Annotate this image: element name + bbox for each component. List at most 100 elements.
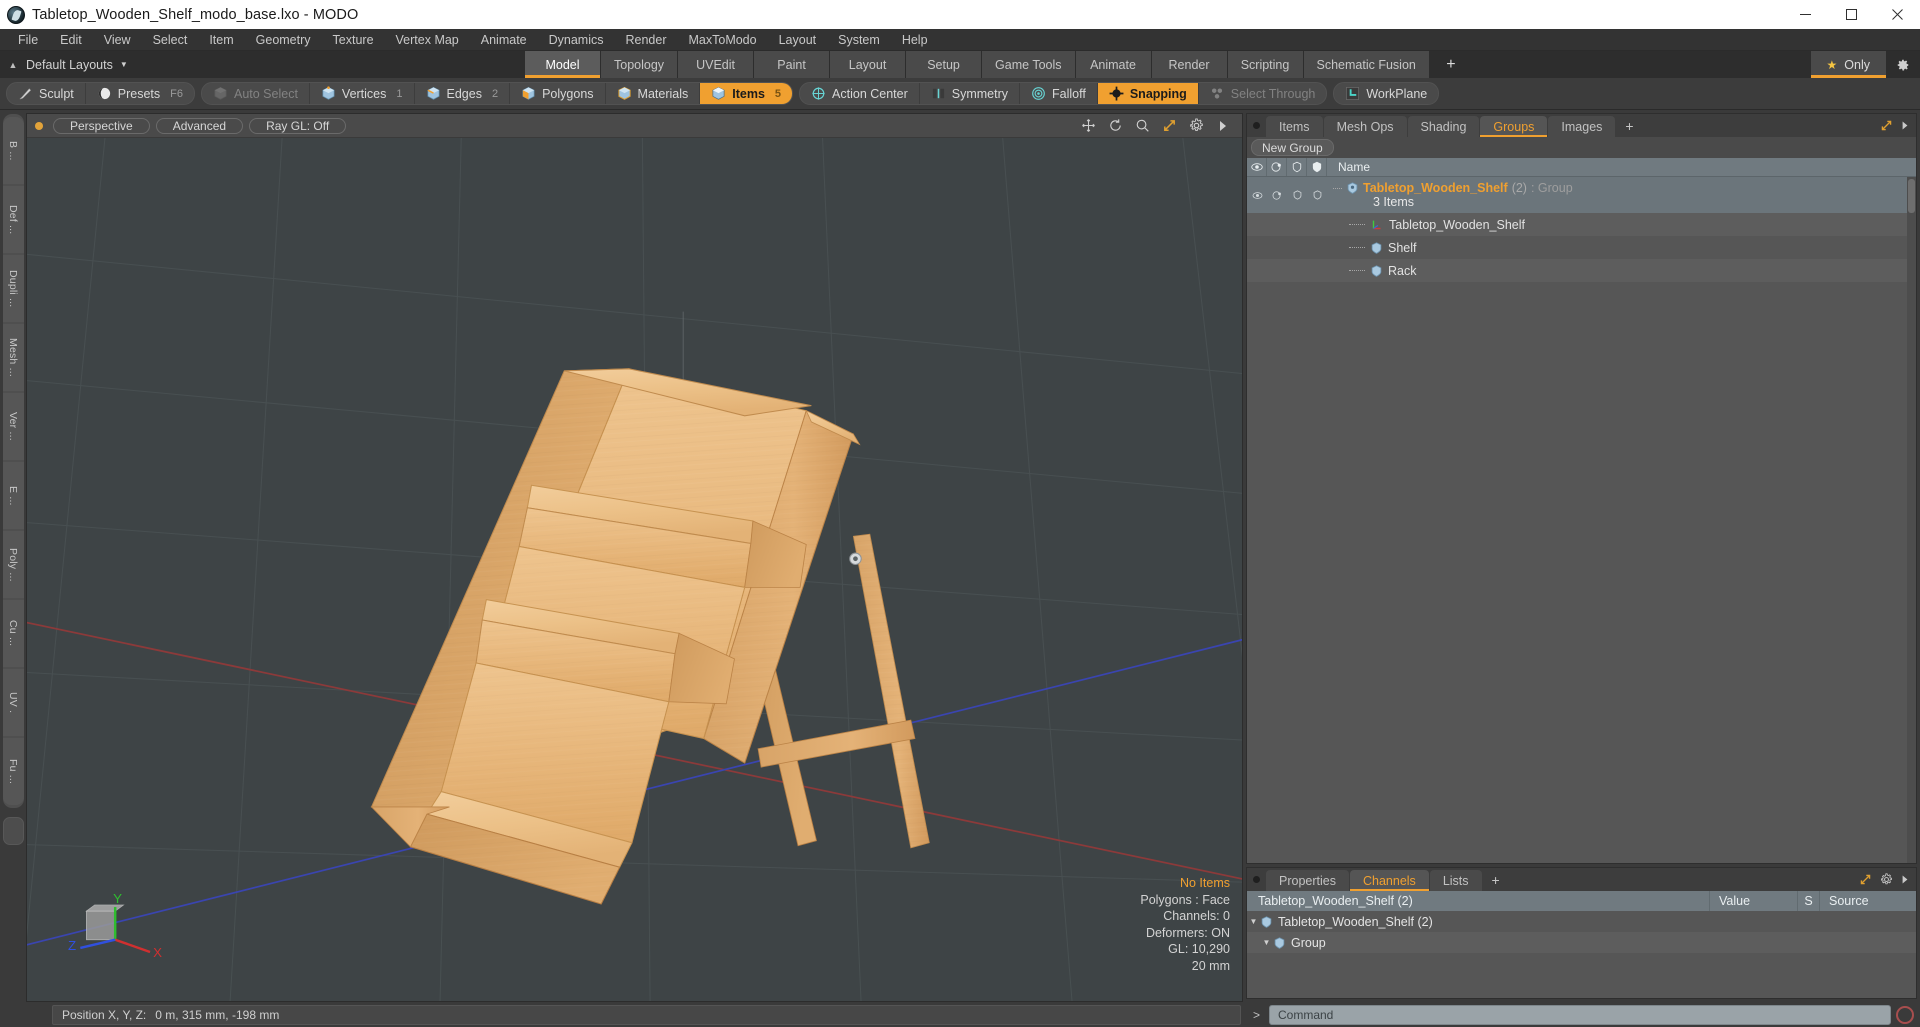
table-row[interactable]: Tabletop_Wooden_Shelf (2) : Group 3 Item…	[1247, 177, 1916, 213]
expand-panel-icon[interactable]	[1880, 119, 1893, 132]
panel-arrow-icon[interactable]	[1901, 874, 1909, 885]
menu-layout[interactable]: Layout	[768, 31, 828, 49]
menu-system[interactable]: System	[827, 31, 891, 49]
close-icon[interactable]	[1874, 0, 1920, 29]
menu-geometry[interactable]: Geometry	[245, 31, 322, 49]
tool-items[interactable]: Items 5	[700, 83, 793, 104]
zoom-icon[interactable]	[1134, 118, 1150, 134]
table-row[interactable]: Rack	[1247, 259, 1916, 282]
tab-properties[interactable]: Properties	[1266, 870, 1349, 891]
panel-arrow-icon[interactable]	[1901, 120, 1909, 131]
left-tab-deform[interactable]: Def ...	[2, 186, 24, 253]
layout-tab-setup[interactable]: Setup	[906, 51, 983, 78]
layout-selector-label[interactable]: Default Layouts	[26, 58, 113, 72]
channels-column-source[interactable]: Source	[1820, 891, 1916, 911]
menu-item[interactable]: Item	[198, 31, 244, 49]
panel-menu-dot-icon[interactable]	[1247, 868, 1266, 891]
menu-view[interactable]: View	[93, 31, 142, 49]
table-row[interactable]: ▼ Tabletop_Wooden_Shelf (2)	[1247, 911, 1916, 932]
layout-tab-schematic-fusion[interactable]: Schematic Fusion	[1303, 51, 1430, 78]
viewport-scene[interactable]: Y X Z	[27, 138, 1242, 1001]
panel-menu-dot-icon[interactable]	[1247, 114, 1266, 137]
tab-groups[interactable]: Groups	[1480, 116, 1548, 137]
expand-panel-icon[interactable]	[1859, 873, 1872, 886]
channels-column-value[interactable]: Value	[1710, 891, 1798, 911]
left-strip-panel-placeholder[interactable]	[2, 817, 24, 845]
tool-auto-select[interactable]: Auto Select	[202, 83, 310, 104]
layout-tab-uvedit[interactable]: UVEdit	[678, 51, 755, 78]
left-tab-fusion[interactable]: Fu ...	[2, 738, 24, 805]
menu-select[interactable]: Select	[142, 31, 199, 49]
tab-lists[interactable]: Lists	[1429, 870, 1482, 891]
left-tab-curve[interactable]: Cu ...	[2, 600, 24, 667]
menu-file[interactable]: File	[7, 31, 49, 49]
table-row[interactable]: ▼ ▼ Group	[1247, 932, 1916, 953]
chevron-down-icon[interactable]: ▼	[120, 60, 128, 69]
layout-tab-model[interactable]: Model	[525, 51, 601, 78]
tool-action-center[interactable]: Action Center	[800, 83, 920, 104]
layout-tab-game-tools[interactable]: Game Tools	[982, 51, 1076, 78]
tab-channels[interactable]: Channels	[1349, 870, 1429, 891]
column-header-name[interactable]: Name	[1327, 158, 1916, 176]
layout-tab-paint[interactable]: Paint	[754, 51, 831, 78]
layout-tab-layout[interactable]: Layout	[830, 51, 907, 78]
viewport-3d[interactable]: Perspective Advanced Ray GL: Off Y X Z N…	[26, 113, 1243, 1002]
shade-icon[interactable]	[1307, 158, 1327, 176]
left-tab-uv[interactable]: UV .	[2, 669, 24, 736]
menu-render[interactable]: Render	[615, 31, 678, 49]
tool-polygons[interactable]: Polygons	[510, 83, 606, 104]
tool-vertices[interactable]: Vertices 1	[310, 83, 415, 104]
raygl-toggle[interactable]: Ray GL: Off	[249, 117, 347, 134]
row-eye-icon[interactable]	[1247, 177, 1267, 213]
menu-animate[interactable]: Animate	[470, 31, 538, 49]
eye-icon[interactable]	[1247, 158, 1267, 176]
channels-table-body[interactable]: ▼ Tabletop_Wooden_Shelf (2) ▼ ▼ Group	[1247, 911, 1916, 998]
left-tab-basic[interactable]: B ...	[2, 117, 24, 184]
left-tab-duplicate[interactable]: Dupli ...	[2, 255, 24, 322]
left-tab-vertex[interactable]: Ver ...	[2, 393, 24, 460]
tab-items[interactable]: Items	[1266, 116, 1323, 137]
expand-caret-icon[interactable]: ▼	[1260, 938, 1273, 947]
tab-shading[interactable]: Shading	[1407, 116, 1480, 137]
lock-icon[interactable]	[1287, 158, 1307, 176]
tool-workplane[interactable]: WorkPlane	[1334, 83, 1438, 104]
expand-caret-icon[interactable]: ▼	[1247, 917, 1260, 926]
left-tab-edge[interactable]: E ...	[2, 462, 24, 529]
viewport-arrow-icon[interactable]	[1215, 118, 1231, 134]
tool-materials[interactable]: Materials	[606, 83, 701, 104]
groups-scrollbar[interactable]	[1907, 177, 1916, 863]
render-icon[interactable]	[1267, 158, 1287, 176]
gear-icon[interactable]	[1886, 51, 1920, 78]
shading-mode-advanced[interactable]: Advanced	[155, 117, 244, 134]
view-mode-perspective[interactable]: Perspective	[53, 117, 150, 134]
tool-sculpt[interactable]: Sculpt	[7, 83, 86, 104]
tab-mesh-ops[interactable]: Mesh Ops	[1323, 116, 1407, 137]
channels-column-name[interactable]: Tabletop_Wooden_Shelf (2)	[1247, 891, 1710, 911]
menu-help[interactable]: Help	[891, 31, 939, 49]
minimize-icon[interactable]	[1782, 0, 1828, 29]
add-panel-tab-button[interactable]: +	[1616, 114, 1642, 137]
row-shade-checkbox[interactable]	[1307, 177, 1327, 213]
left-tab-mesh[interactable]: Mesh ...	[2, 324, 24, 391]
panel-gear-icon[interactable]	[1880, 873, 1893, 886]
viewport-gear-icon[interactable]	[1188, 118, 1204, 134]
menu-vertex-map[interactable]: Vertex Map	[385, 31, 470, 49]
maximize-icon[interactable]	[1828, 0, 1874, 29]
tool-symmetry[interactable]: Symmetry	[920, 83, 1021, 104]
new-group-button[interactable]: New Group	[1251, 139, 1334, 156]
layout-up-arrow-icon[interactable]: ▲	[0, 60, 26, 70]
groups-tree-body[interactable]: Tabletop_Wooden_Shelf (2) : Group 3 Item…	[1247, 177, 1916, 863]
channels-column-s[interactable]: S	[1798, 891, 1820, 911]
menu-dynamics[interactable]: Dynamics	[538, 31, 615, 49]
table-row[interactable]: Shelf	[1247, 236, 1916, 259]
only-toggle-button[interactable]: ★ Only	[1810, 51, 1886, 78]
tool-edges[interactable]: Edges 2	[415, 83, 511, 104]
tool-presets[interactable]: Presets F6	[86, 83, 194, 104]
layout-tab-render[interactable]: Render	[1151, 51, 1228, 78]
tool-snapping[interactable]: Snapping	[1097, 83, 1199, 104]
record-icon[interactable]	[1896, 1005, 1914, 1024]
menu-maxtomodo[interactable]: MaxToModo	[678, 31, 768, 49]
tab-images[interactable]: Images	[1548, 116, 1616, 137]
layout-tab-animate[interactable]: Animate	[1075, 51, 1152, 78]
command-input[interactable]: Command	[1269, 1004, 1891, 1025]
